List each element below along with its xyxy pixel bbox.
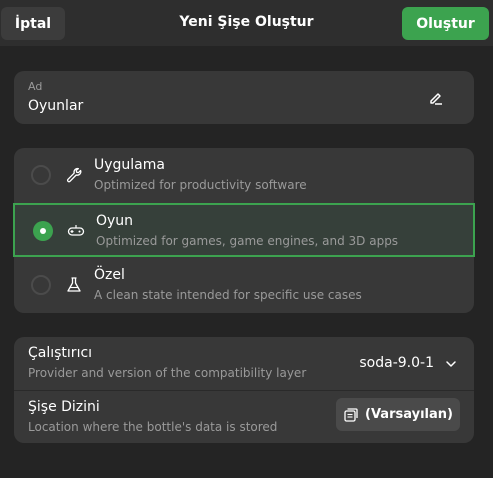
wrench-icon <box>66 167 82 183</box>
create-button[interactable]: Oluştur <box>402 7 489 40</box>
directory-button-label: (Varsayılan) <box>365 407 453 422</box>
environment-option-uygulama[interactable]: Uygulama Optimized for productivity soft… <box>14 148 474 203</box>
directory-subtitle: Location where the bottle's data is stor… <box>28 420 278 434</box>
option-subtitle: Optimized for games, game engines, and 3… <box>96 234 399 248</box>
flask-icon <box>67 277 81 292</box>
radio-button[interactable] <box>31 165 51 185</box>
environment-option-oyun[interactable]: Oyun Optimized for games, game engines, … <box>13 203 475 257</box>
edit-icon[interactable] <box>428 90 444 106</box>
radio-button[interactable] <box>31 275 51 295</box>
folder-icon <box>344 407 358 422</box>
runner-title: Çalıştırıcı <box>28 345 93 361</box>
environment-option-ozel[interactable]: Özel A clean state intended for specific… <box>14 258 474 313</box>
option-title: Oyun <box>96 213 134 229</box>
option-title: Uygulama <box>94 157 165 173</box>
chevron-down-icon[interactable] <box>444 357 458 371</box>
directory-row: Şişe Dizini Location where the bottle's … <box>14 391 474 444</box>
environment-list: Uygulama Optimized for productivity soft… <box>13 148 475 313</box>
gamepad-icon <box>67 225 85 236</box>
option-subtitle: Optimized for productivity software <box>94 178 307 192</box>
name-label: Ad <box>28 80 43 93</box>
option-subtitle: A clean state intended for specific use … <box>94 288 362 302</box>
option-title: Özel <box>94 267 125 283</box>
runner-subtitle: Provider and version of the compatibilit… <box>28 366 307 380</box>
settings-list: Çalıştırıcı Provider and version of the … <box>14 337 474 443</box>
header-bar: İptal Yeni Şişe Oluştur Oluştur <box>0 0 493 46</box>
directory-title: Şişe Dizini <box>28 399 100 415</box>
radio-button-selected[interactable] <box>33 221 53 241</box>
name-input[interactable]: Oyunlar <box>28 98 83 114</box>
runner-dropdown-value[interactable]: soda-9.0-1 <box>359 355 434 371</box>
runner-row[interactable]: Çalıştırıcı Provider and version of the … <box>14 337 474 390</box>
name-entry-row[interactable]: Ad Oyunlar <box>14 71 474 124</box>
directory-button[interactable]: (Varsayılan) <box>336 398 460 431</box>
